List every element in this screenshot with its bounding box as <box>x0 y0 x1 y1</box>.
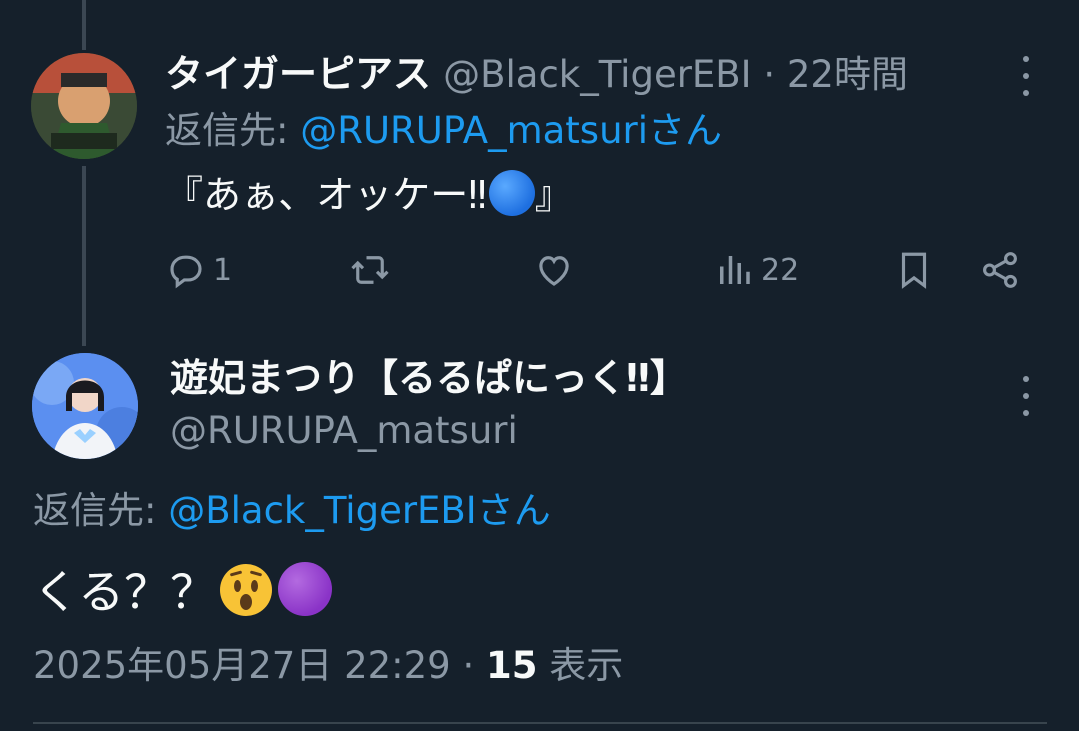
blue-circle-emoji <box>488 170 535 216</box>
divider <box>33 722 1047 724</box>
handle: @Black_TigerEBI · 22時間 <box>443 53 908 96</box>
tweet-timestamp: 2025年05月27日 22:29 · 15 表示 <box>33 644 624 687</box>
thread-connector-line <box>82 0 86 50</box>
reply-icon <box>170 255 202 289</box>
avatar[interactable] <box>31 53 137 159</box>
thread-connector-line <box>82 166 86 346</box>
tweet-header: タイガーピアス @Black_TigerEBI · 22時間 <box>165 48 908 101</box>
purple-circle-emoji <box>278 562 333 616</box>
share-icon <box>983 252 1017 288</box>
date-link[interactable]: 2025年05月27日 22:29 <box>33 644 451 687</box>
bookmark-button[interactable] <box>893 244 935 296</box>
tweet-text: 『あぁ、オッケー‼』 <box>165 170 573 220</box>
astonished-face-emoji <box>220 564 273 616</box>
views-button[interactable]: 22 <box>713 244 799 296</box>
tweet-text: くる？？ <box>33 560 333 624</box>
bookmark-icon <box>901 252 927 289</box>
views-icon <box>720 256 750 284</box>
more-icon[interactable] <box>1016 376 1036 416</box>
action-bar: 1 22 <box>165 244 1035 296</box>
display-name[interactable]: 遊妃まつり【るるぱにっく‼】 <box>170 352 688 404</box>
like-icon <box>539 256 569 286</box>
views-count: 15 <box>486 644 538 687</box>
reply-button[interactable]: 1 <box>165 244 232 296</box>
retweet-icon <box>351 256 389 284</box>
reply-mention-link[interactable]: @RURUPA_matsuriさん <box>300 109 722 152</box>
more-icon[interactable] <box>1016 56 1036 96</box>
reply-to-line: 返信先: @Black_TigerEBIさん <box>33 489 551 532</box>
reply-mention-link[interactable]: @Black_TigerEBIさん <box>168 489 550 532</box>
share-button[interactable] <box>979 244 1021 296</box>
retweet-button[interactable] <box>349 244 391 296</box>
display-name[interactable]: タイガーピアス <box>165 52 431 96</box>
like-button[interactable] <box>533 244 575 296</box>
handle[interactable]: @RURUPA_matsuri <box>170 406 518 456</box>
reply-to-line: 返信先: @RURUPA_matsuriさん <box>165 109 723 152</box>
avatar[interactable] <box>32 353 138 459</box>
timestamp[interactable]: 22時間 <box>787 53 908 96</box>
tweet-thread: タイガーピアス @Black_TigerEBI · 22時間 返信先: @RUR… <box>0 0 1079 731</box>
